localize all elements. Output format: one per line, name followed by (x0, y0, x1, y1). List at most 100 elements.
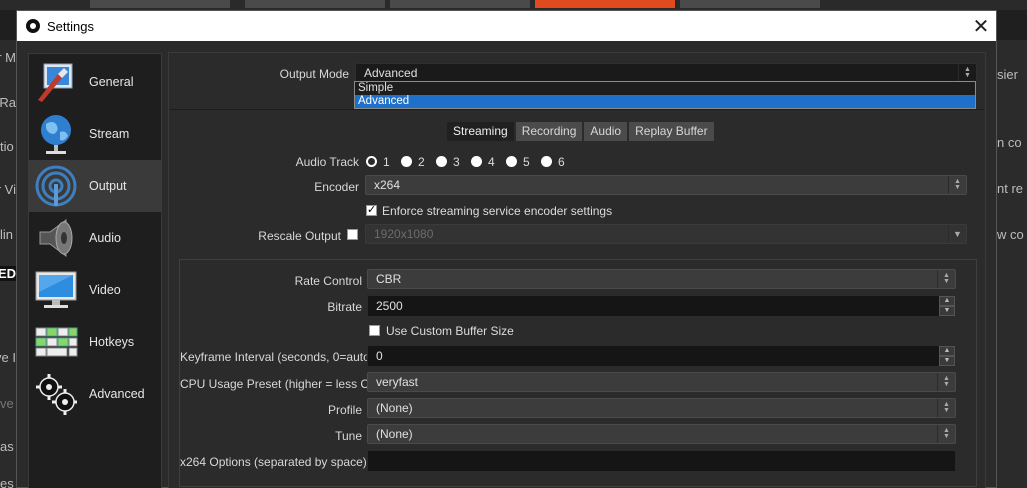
tab-audio[interactable]: Audio (584, 122, 628, 141)
encoder-label: Encoder (314, 180, 359, 194)
background-tab (680, 0, 820, 8)
obs-logo-icon (26, 19, 40, 33)
cpu-preset-value: veryfast (376, 375, 419, 389)
background-text-fragment: as (0, 439, 14, 454)
background-text-fragment: Ra (0, 95, 16, 110)
background-text-fragment: sier (997, 67, 1018, 82)
background-tab (390, 0, 530, 8)
chevron-up-icon[interactable]: ▲ (939, 346, 955, 356)
sidebar-item-label: Hotkeys (89, 335, 135, 349)
cpu-preset-select[interactable]: veryfast ▲ ▼ (367, 372, 956, 392)
background-tab-active (535, 0, 675, 8)
custom-buffer-checkbox[interactable] (369, 325, 380, 336)
output-tabs: Streaming Recording Audio Replay Buffer (447, 122, 714, 141)
tune-value: (None) (376, 427, 413, 441)
sidebar-item-hotkeys[interactable]: Hotkeys (29, 316, 161, 368)
audio-track-radio-label: 5 (523, 155, 530, 169)
background-tab (245, 0, 385, 8)
chevron-down-icon[interactable]: ▼ (939, 306, 955, 316)
general-icon (33, 59, 79, 105)
background-text-fragment: es (0, 476, 14, 488)
close-button[interactable]: ✕ (966, 11, 996, 41)
sidebar-item-stream[interactable]: Stream (29, 108, 161, 160)
audio-track-label: Audio Track (295, 155, 359, 169)
profile-select[interactable]: (None) ▲ ▼ (367, 398, 956, 418)
audio-track-radio-3[interactable] (436, 156, 447, 167)
settings-sidebar: General Stream Output Audio Video Hotkey… (28, 53, 162, 488)
chevron-updown-icon: ▲ ▼ (937, 425, 955, 443)
output-mode-option-simple[interactable]: Simple (355, 82, 975, 95)
rescale-resolution-value: 1920x1080 (374, 227, 434, 241)
sidebar-item-general[interactable]: General (29, 56, 161, 108)
sidebar-item-label: General (89, 75, 134, 89)
x264-options-label: x264 Options (separated by space) (180, 455, 367, 469)
background-text-fragment: lin (0, 227, 14, 242)
bitrate-value: 2500 (376, 299, 403, 313)
title-bar[interactable]: Settings ✕ (17, 11, 996, 41)
rescale-resolution-select[interactable]: 1920x1080 ▼ (365, 224, 967, 244)
chevron-up-icon[interactable]: ▲ (939, 296, 955, 306)
keyframe-interval-input[interactable]: 0 ▲ ▼ (367, 345, 956, 367)
sidebar-item-label: Video (89, 283, 121, 297)
tune-label: Tune (335, 429, 362, 443)
keyframe-stepper: ▲ ▼ (939, 346, 955, 366)
output-mode-label: Output Mode (279, 67, 349, 81)
background-text-fragment: ve (0, 396, 14, 411)
output-mode-value: Advanced (364, 66, 418, 80)
audio-track-radio-label: 1 (383, 155, 390, 169)
divider (170, 109, 984, 110)
background-text-fragment: w co (997, 227, 1024, 242)
chevron-down-icon[interactable]: ▼ (939, 356, 955, 366)
broadcast-icon (33, 163, 79, 209)
audio-track-radio-6[interactable] (541, 156, 552, 167)
background-text-fragment: n co (997, 135, 1022, 150)
x264-options-input[interactable] (367, 450, 956, 472)
sidebar-item-video[interactable]: Video (29, 264, 161, 316)
encoder-value: x264 (374, 178, 401, 192)
audio-track-radio-1[interactable] (366, 156, 377, 167)
speaker-icon (33, 215, 79, 261)
background-text-fragment: tio (0, 139, 14, 154)
tune-select[interactable]: (None) ▲ ▼ (367, 424, 956, 444)
keyframe-interval-label: Keyframe Interval (seconds, 0=auto) (180, 350, 374, 364)
globe-icon (33, 111, 79, 157)
chevron-updown-icon: ▲ ▼ (958, 64, 976, 82)
tab-recording[interactable]: Recording (515, 122, 583, 141)
output-mode-select[interactable]: Advanced ▲ ▼ (355, 63, 977, 83)
encoder-select[interactable]: x264 ▲ ▼ (365, 175, 967, 195)
output-settings-panel: Output Mode Advanced ▲ ▼ Streaming Record… (168, 52, 986, 488)
enforce-encoder-checkbox[interactable] (366, 203, 377, 216)
sidebar-item-advanced[interactable]: Advanced (29, 368, 161, 420)
rescale-output-checkbox[interactable] (347, 229, 358, 240)
gears-icon (33, 371, 79, 417)
audio-track-radio-label: 4 (488, 155, 495, 169)
audio-track-radio-4[interactable] (471, 156, 482, 167)
sidebar-item-label: Advanced (89, 387, 145, 401)
rescale-output-label: Rescale Output (258, 229, 341, 243)
background-text-fragment: ve I (0, 350, 16, 365)
sidebar-item-output[interactable]: Output (29, 160, 161, 212)
background-tab (90, 0, 230, 8)
background-text-fragment: ED (0, 266, 16, 281)
monitor-icon (33, 267, 79, 313)
cpu-preset-label: CPU Usage Preset (higher = less CPU) (180, 377, 390, 391)
output-mode-option-advanced[interactable]: Advanced (355, 95, 975, 108)
bitrate-stepper: ▲ ▼ (939, 296, 955, 316)
background-app-topbar (0, 0, 1027, 10)
audio-track-radio-2[interactable] (401, 156, 412, 167)
chevron-updown-icon: ▲ ▼ (937, 373, 955, 391)
tab-streaming[interactable]: Streaming (447, 122, 514, 141)
profile-value: (None) (376, 401, 413, 415)
audio-track-radio-5[interactable] (506, 156, 517, 167)
tab-replay-buffer[interactable]: Replay Buffer (629, 122, 714, 141)
rate-control-select[interactable]: CBR ▲ ▼ (367, 269, 956, 289)
audio-track-radio-label: 6 (558, 155, 565, 169)
sidebar-item-audio[interactable]: Audio (29, 212, 161, 264)
background-text-fragment: nt re (997, 181, 1024, 196)
bitrate-label: Bitrate (327, 300, 362, 314)
bitrate-input[interactable]: 2500 ▲ ▼ (367, 295, 956, 317)
keyframe-interval-value: 0 (376, 349, 383, 363)
audio-track-radio-label: 3 (453, 155, 460, 169)
window-title: Settings (47, 18, 94, 34)
sidebar-item-label: Output (89, 179, 127, 193)
